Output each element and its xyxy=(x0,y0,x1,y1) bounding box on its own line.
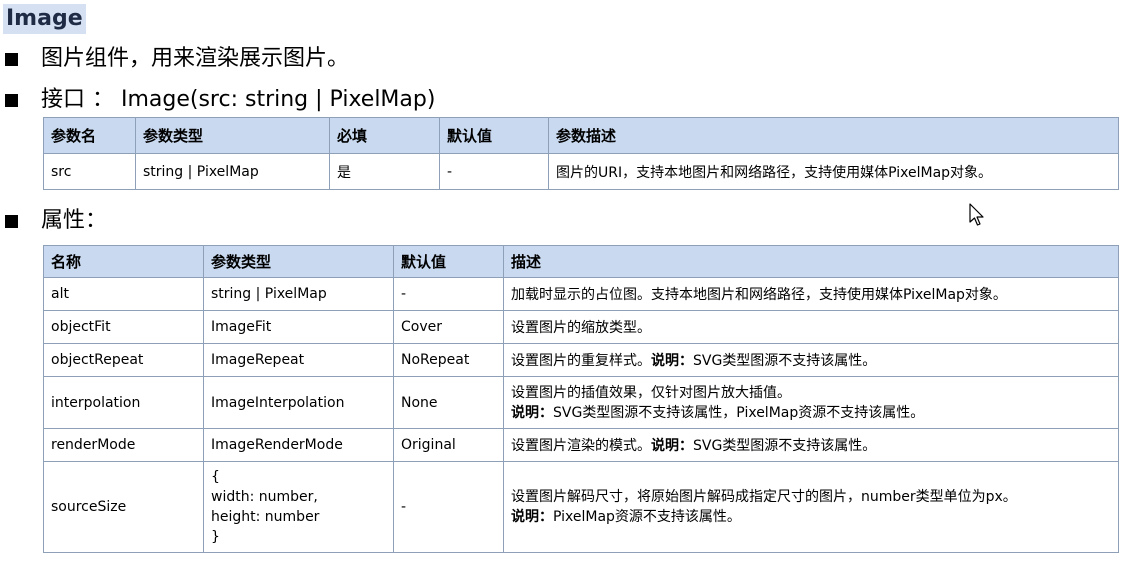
note-label: 说明： xyxy=(651,353,693,369)
table-header-row: 名称 参数类型 默认值 描述 xyxy=(43,245,1119,278)
desc-text: 设置图片渲染的模式。 xyxy=(511,438,651,454)
table-row: alt string | PixelMap - 加载时显示的占位图。支持本地图片… xyxy=(43,277,1119,311)
attr-default-cell: None xyxy=(393,376,504,429)
bullet-square-icon xyxy=(5,93,18,107)
param-name-cell: src xyxy=(43,153,136,190)
desc-text: 加载时显示的占位图。支持本地图片和网络路径，支持使用媒体PixelMap对象。 xyxy=(511,287,1007,303)
note-text: PixelMap资源不支持该属性。 xyxy=(553,509,741,525)
attr-desc-cell: 设置图片解码尺寸，将原始图片解码成指定尺寸的图片，number类型单位为px。 … xyxy=(503,461,1119,553)
attr-desc-cell: 设置图片渲染的模式。说明：SVG类型图源不支持该属性。 xyxy=(503,428,1119,462)
header-cell: 名称 xyxy=(43,245,204,278)
attr-name-cell: interpolation xyxy=(43,376,204,429)
note-line: 说明：PixelMap资源不支持该属性。 xyxy=(511,507,1111,527)
attr-default-cell: NoRepeat xyxy=(393,343,504,377)
header-cell: 默认值 xyxy=(439,117,549,154)
header-cell: 参数名 xyxy=(43,117,136,154)
required-cell: 是 xyxy=(329,153,440,190)
header-cell: 描述 xyxy=(503,245,1119,278)
desc-text: 设置图片的缩放类型。 xyxy=(511,320,651,336)
bullet-description: 图片组件，用来渲染展示图片。 xyxy=(5,44,349,74)
attr-type-cell: ImageRenderMode xyxy=(203,428,394,462)
table-row: interpolation ImageInterpolation None 设置… xyxy=(43,376,1119,429)
attr-type-cell: ImageInterpolation xyxy=(203,376,394,429)
attr-desc-cell: 加载时显示的占位图。支持本地图片和网络路径，支持使用媒体PixelMap对象。 xyxy=(503,277,1119,311)
table-header-row: 参数名 参数类型 必填 默认值 参数描述 xyxy=(43,117,1119,154)
bullet-square-icon xyxy=(5,52,18,66)
desc-text: 设置图片的重复样式。 xyxy=(511,353,651,369)
note-text: SVG类型图源不支持该属性。 xyxy=(693,353,877,369)
note-label: 说明： xyxy=(651,438,693,454)
table-row: renderMode ImageRenderMode Original 设置图片… xyxy=(43,428,1119,462)
param-type-cell: string | PixelMap xyxy=(135,153,330,190)
attr-name-cell: objectRepeat xyxy=(43,343,204,377)
attr-default-cell: - xyxy=(393,277,504,311)
header-cell: 参数类型 xyxy=(135,117,330,154)
component-description: 图片组件，用来渲染展示图片。 xyxy=(41,46,350,71)
desc-text: 设置图片的插值效果，仅针对图片放大插值。 xyxy=(511,384,791,401)
interface-params-table: 参数名 参数类型 必填 默认值 参数描述 src string | PixelM… xyxy=(43,117,1119,190)
attr-desc-cell: 设置图片的重复样式。说明：SVG类型图源不支持该属性。 xyxy=(503,343,1119,377)
attributes-table: 名称 参数类型 默认值 描述 alt string | PixelMap - 加… xyxy=(43,245,1119,553)
attr-default-cell: Cover xyxy=(393,310,504,344)
desc-text: 设置图片解码尺寸，将原始图片解码成指定尺寸的图片，number类型单位为px。 xyxy=(511,489,1017,505)
note-label: 说明： xyxy=(511,509,553,525)
table-row: objectFit ImageFit Cover 设置图片的缩放类型。 xyxy=(43,310,1119,344)
header-cell: 参数类型 xyxy=(203,245,394,278)
attributes-heading: 属性： xyxy=(41,208,108,233)
table-row: sourceSize { width: number, height: numb… xyxy=(43,461,1119,553)
description-cell: 图片的URI，支持本地图片和网络路径，支持使用媒体PixelMap对象。 xyxy=(548,153,1119,190)
type-line: { xyxy=(211,469,220,485)
attr-name-cell: alt xyxy=(43,277,204,311)
note-text: SVG类型图源不支持该属性。 xyxy=(693,438,877,454)
bullet-interface: 接口 ： Image(src: string | PixelMap) xyxy=(5,85,435,115)
header-cell: 必填 xyxy=(329,117,440,154)
attr-type-cell: string | PixelMap xyxy=(203,277,394,311)
attr-desc-cell: 设置图片的缩放类型。 xyxy=(503,310,1119,344)
default-cell: - xyxy=(439,153,549,190)
attr-name-cell: renderMode xyxy=(43,428,204,462)
attr-type-cell: { width: number, height: number } xyxy=(203,461,394,553)
attr-type-cell: ImageRepeat xyxy=(203,343,394,377)
note-label: 说明： xyxy=(511,404,553,421)
table-row: src string | PixelMap 是 - 图片的URI，支持本地图片和… xyxy=(43,153,1119,190)
bullet-square-icon xyxy=(5,214,18,228)
attr-default-cell: Original xyxy=(393,428,504,462)
note-text: SVG类型图源不支持该属性，PixelMap资源不支持该属性。 xyxy=(553,404,925,421)
attr-name-cell: objectFit xyxy=(43,310,204,344)
type-line: height: number xyxy=(211,509,320,525)
attr-desc-cell: 设置图片的插值效果，仅针对图片放大插值。 说明：SVG类型图源不支持该属性，Pi… xyxy=(503,376,1119,429)
attr-default-cell: - xyxy=(393,461,504,553)
type-line: } xyxy=(211,529,220,545)
header-cell: 参数描述 xyxy=(548,117,1119,154)
bullet-attributes: 属性： xyxy=(5,206,107,236)
mouse-pointer-icon xyxy=(969,203,985,231)
attr-name-cell: sourceSize xyxy=(43,461,204,553)
header-cell: 默认值 xyxy=(393,245,504,278)
note-line: 说明：SVG类型图源不支持该属性，PixelMap资源不支持该属性。 xyxy=(511,403,1111,423)
table-row: objectRepeat ImageRepeat NoRepeat 设置图片的重… xyxy=(43,343,1119,377)
attr-type-cell: ImageFit xyxy=(203,310,394,344)
page-title: Image xyxy=(3,4,86,34)
interface-signature: 接口 ： Image(src: string | PixelMap) xyxy=(41,87,436,112)
type-line: width: number, xyxy=(211,489,318,505)
